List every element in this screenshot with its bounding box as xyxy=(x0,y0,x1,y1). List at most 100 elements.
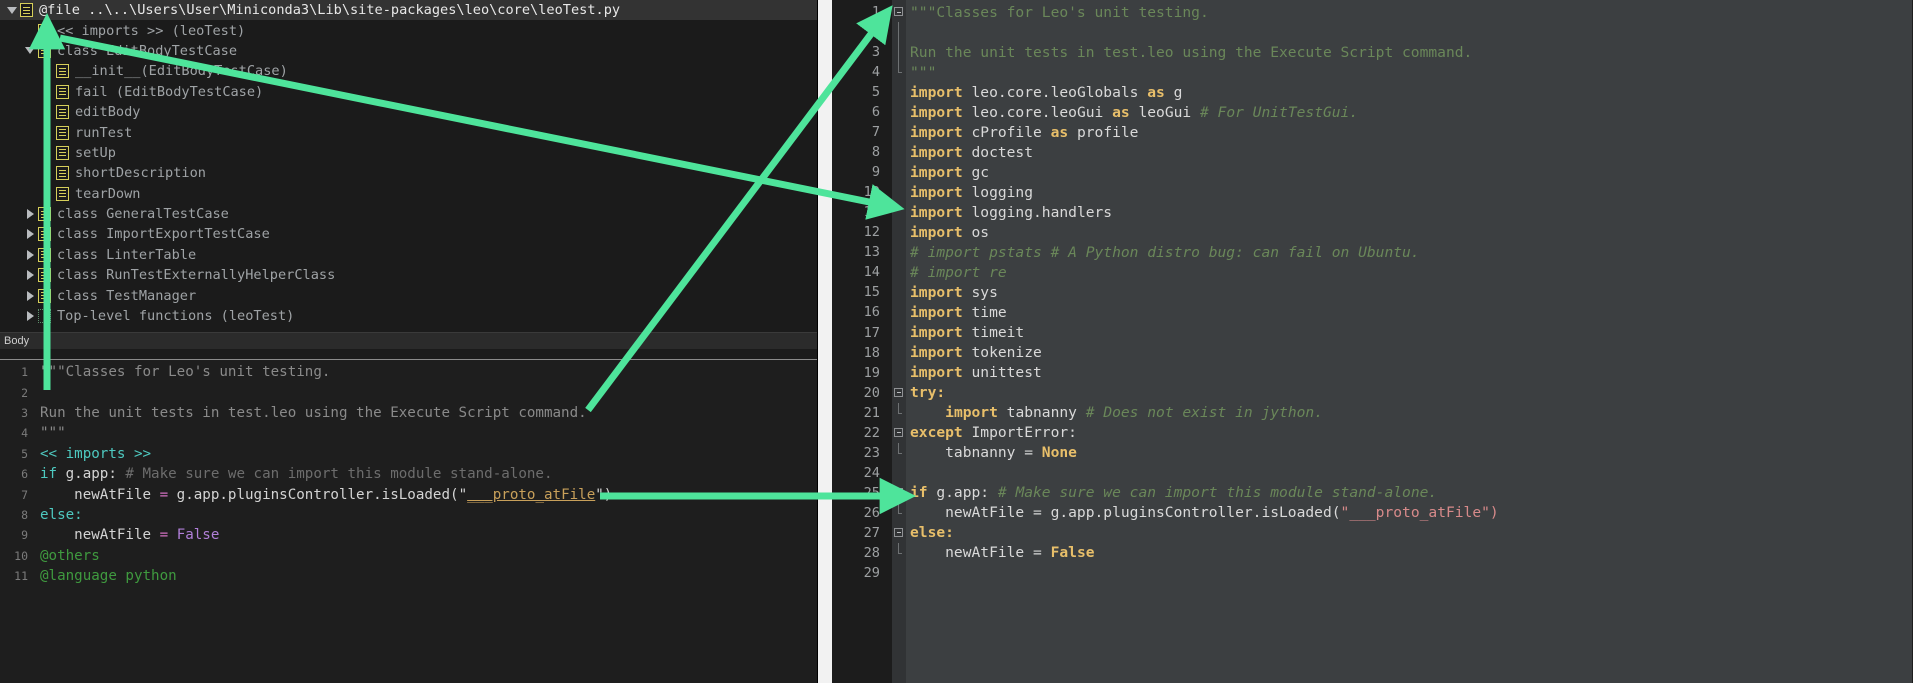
body-line[interactable]: 2 xyxy=(0,382,817,402)
outline-node[interactable]: editBody xyxy=(0,102,817,122)
node-icon[interactable] xyxy=(56,84,69,99)
editor-code-line[interactable]: # import pstats # A Python distro bug: c… xyxy=(906,242,1912,262)
editor-line-number-row: 15 xyxy=(832,282,892,302)
node-icon[interactable] xyxy=(38,23,51,38)
editor-code-line[interactable]: try: xyxy=(906,383,1912,403)
node-icon[interactable] xyxy=(56,145,69,160)
editor-code-area[interactable]: """Classes for Leo's unit testing. Run th… xyxy=(906,0,1912,683)
editor-line-number-gutter: 1 2 3 4 5 6 7 8 9 10 11 12 13 14 15 16 17 18 19 20 21 22 23 24 2… xyxy=(832,0,892,683)
outline-node[interactable]: tearDown xyxy=(0,184,817,204)
body-line[interactable]: 4 """ xyxy=(0,423,817,443)
editor-code-line[interactable]: import tabnanny # Does not exist in jyth… xyxy=(906,403,1912,423)
body-line[interactable]: 3 Run the unit tests in test.leo using th… xyxy=(0,403,817,423)
editor-code-line[interactable]: newAtFile = False xyxy=(906,543,1912,563)
empty-node-icon[interactable] xyxy=(38,309,51,324)
node-icon[interactable] xyxy=(56,125,69,140)
editor-code-line[interactable]: import leo.core.leoGui as leoGui # For U… xyxy=(906,102,1912,122)
node-icon[interactable] xyxy=(38,288,51,303)
chevron-right-icon[interactable] xyxy=(22,224,38,244)
editor-code-line[interactable]: newAtFile = g.app.pluginsController.isLo… xyxy=(906,503,1912,523)
editor-code-line[interactable]: """ xyxy=(906,62,1912,82)
outline-node[interactable]: setUp xyxy=(0,143,817,163)
outline-node[interactable]: runTest xyxy=(0,122,817,142)
body-line[interactable]: 7 newAtFile = g.app.pluginsController.is… xyxy=(0,484,817,504)
node-icon[interactable] xyxy=(38,43,51,58)
code-token: os xyxy=(962,223,990,241)
code-token: # import re xyxy=(910,263,1007,281)
editor-code-line[interactable]: import gc xyxy=(906,162,1912,182)
body-line[interactable]: 11 @language python xyxy=(0,566,817,586)
chevron-right-icon[interactable] xyxy=(22,204,38,224)
chevron-down-icon[interactable] xyxy=(22,41,38,61)
editor-code-line[interactable]: import timeit xyxy=(906,323,1912,343)
editor-code-line[interactable]: import tokenize xyxy=(906,343,1912,363)
editor-code-line[interactable]: import unittest xyxy=(906,363,1912,383)
outline-node[interactable]: class EditBodyTestCase xyxy=(0,41,817,61)
editor-code-line[interactable]: import logging.handlers xyxy=(906,202,1912,222)
outline-node[interactable]: @file ..\..\Users\User\Miniconda3\Lib\si… xyxy=(0,0,817,21)
fold-collapse-icon[interactable] xyxy=(892,2,906,22)
outline-node[interactable]: << imports >> (leoTest) xyxy=(0,20,817,40)
editor-line-number: 23 xyxy=(863,444,880,461)
fold-collapse-icon[interactable] xyxy=(892,383,906,403)
outline-tree[interactable]: @file ..\..\Users\User\Miniconda3\Lib\si… xyxy=(0,0,817,332)
editor-code-line[interactable]: import logging xyxy=(906,182,1912,202)
body-line[interactable]: 5 << imports >> xyxy=(0,444,817,464)
outline-node[interactable]: fail (EditBodyTestCase) xyxy=(0,82,817,102)
node-icon[interactable] xyxy=(38,207,51,222)
fold-collapse-icon[interactable] xyxy=(892,423,906,443)
body-line[interactable]: 9 newAtFile = False xyxy=(0,525,817,545)
body-line[interactable]: 1 """Classes for Leo's unit testing. xyxy=(0,362,817,382)
editor-line-number: 20 xyxy=(863,384,880,401)
node-icon[interactable] xyxy=(38,268,51,283)
outline-node[interactable]: shortDescription xyxy=(0,163,817,183)
editor-line-number: 29 xyxy=(863,564,880,581)
code-token: " xyxy=(458,486,468,503)
outline-node[interactable]: __init__(EditBodyTestCase) xyxy=(0,61,817,81)
chevron-right-icon[interactable] xyxy=(22,286,38,306)
editor-code-line[interactable]: if g.app: # Make sure we can import this… xyxy=(906,483,1912,503)
chevron-down-icon[interactable] xyxy=(4,0,20,20)
body-line[interactable]: 10 @others xyxy=(0,546,817,566)
chevron-right-icon[interactable] xyxy=(22,245,38,265)
editor-code-line[interactable]: import leo.core.leoGlobals as g xyxy=(906,82,1912,102)
editor-code-line[interactable]: """Classes for Leo's unit testing. xyxy=(906,2,1912,22)
code-token: timeit xyxy=(962,324,1025,342)
editor-code-line[interactable]: Run the unit tests in test.leo using the… xyxy=(906,42,1912,62)
editor-fold-gutter[interactable] xyxy=(892,0,906,683)
outline-node[interactable]: class GeneralTestCase xyxy=(0,204,817,224)
editor-code-line[interactable]: tabnanny = None xyxy=(906,443,1912,463)
editor-code-line[interactable]: import doctest xyxy=(906,142,1912,162)
fold-collapse-icon[interactable] xyxy=(892,483,906,503)
editor-code-line[interactable] xyxy=(906,22,1912,42)
outline-node[interactable]: class RunTestExternallyHelperClass xyxy=(0,265,817,285)
fold-collapse-icon[interactable] xyxy=(892,523,906,543)
node-icon[interactable] xyxy=(56,166,69,181)
node-icon[interactable] xyxy=(38,227,51,242)
editor-code-line[interactable]: except ImportError: xyxy=(906,423,1912,443)
editor-code-line[interactable]: else: xyxy=(906,523,1912,543)
body-editor[interactable]: 1 """Classes for Leo's unit testing. 2 3 Run… xyxy=(0,360,817,683)
fold-end-marker xyxy=(892,502,906,523)
node-icon[interactable] xyxy=(56,105,69,120)
editor-code-line[interactable]: import cProfile as profile xyxy=(906,122,1912,142)
node-icon[interactable] xyxy=(56,186,69,201)
outline-node[interactable]: class ImportExportTestCase xyxy=(0,224,817,244)
body-line[interactable]: 6 if g.app: # Make sure we can import thi… xyxy=(0,464,817,484)
node-icon[interactable] xyxy=(20,3,33,18)
editor-code-line[interactable] xyxy=(906,563,1912,583)
editor-code-line[interactable]: import time xyxy=(906,302,1912,322)
editor-code-line[interactable]: import sys xyxy=(906,282,1912,302)
editor-code-line[interactable] xyxy=(906,463,1912,483)
editor-code-line[interactable]: import os xyxy=(906,222,1912,242)
editor-code-line[interactable]: # import re xyxy=(906,262,1912,282)
outline-node[interactable]: Top-level functions (leoTest) xyxy=(0,306,817,326)
outline-node[interactable]: class LinterTable xyxy=(0,245,817,265)
outline-node[interactable]: class TestManager xyxy=(0,285,817,305)
editor-line-number-row: 17 xyxy=(832,323,892,343)
chevron-right-icon[interactable] xyxy=(22,265,38,285)
chevron-right-icon[interactable] xyxy=(22,306,38,326)
node-icon[interactable] xyxy=(38,247,51,262)
body-line[interactable]: 8 else: xyxy=(0,505,817,525)
node-icon[interactable] xyxy=(56,64,69,79)
